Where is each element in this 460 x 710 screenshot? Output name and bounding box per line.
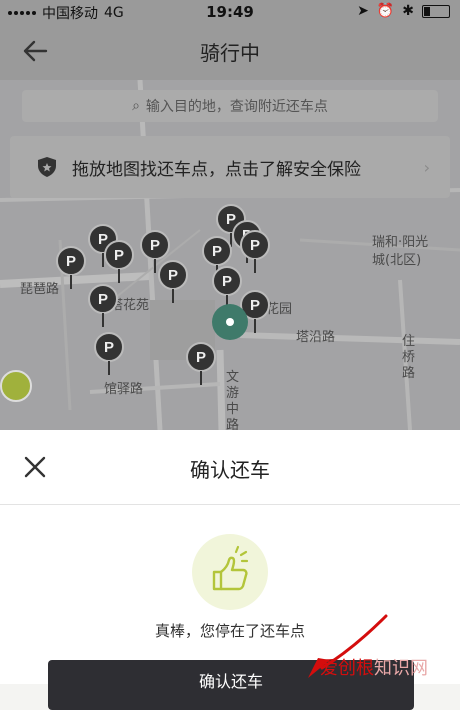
search-icon: ⌕ <box>132 98 140 114</box>
map-label: 住桥路 <box>402 334 416 381</box>
thumbs-up-badge <box>192 534 268 610</box>
parking-pin[interactable]: P <box>104 240 134 284</box>
sheet-header: 确认还车 <box>0 430 460 505</box>
watermark: 爱创根 知识网 <box>320 652 460 682</box>
bike-icon[interactable] <box>0 370 32 402</box>
parking-pin[interactable]: P <box>186 342 216 386</box>
status-bar: 中国移动 4G 19:49 ➤ ⏰ ✱ <box>0 0 460 24</box>
thumbs-up-icon <box>212 545 249 591</box>
parking-pin[interactable]: P <box>88 284 118 328</box>
map-label: 瑞和·阳光城(北区) <box>372 235 429 268</box>
watermark-part1: 爱创根 <box>320 658 374 679</box>
page-title: 骑行中 <box>200 41 260 65</box>
map-label: 馆驿路 <box>104 382 144 397</box>
current-location-marker <box>212 304 248 340</box>
map-label: 琵琶路 <box>20 282 60 297</box>
sheet-title: 确认还车 <box>190 458 270 482</box>
search-input[interactable]: ⌕ 输入目的地，查询附近还车点 <box>22 90 438 122</box>
nav-header: 骑行中 <box>0 24 460 80</box>
chevron-right-icon: › <box>423 158 430 177</box>
parking-pin[interactable]: P <box>158 260 188 304</box>
battery-icon <box>422 4 450 18</box>
parking-pin[interactable]: P <box>56 246 86 290</box>
map-label: 文游中路 <box>226 370 240 430</box>
banner-text: 拖放地图找还车点，点击了解安全保险 <box>72 159 361 180</box>
parking-pin[interactable]: P <box>240 230 270 274</box>
map-label: 塔沿路 <box>296 330 336 345</box>
shield-icon <box>38 157 56 177</box>
insurance-banner[interactable]: 拖放地图找还车点，点击了解安全保险 › <box>10 136 450 198</box>
alarm-icon: ⏰ <box>376 3 395 19</box>
parking-pin[interactable]: P <box>94 332 124 376</box>
bluetooth-icon: ✱ <box>402 3 414 19</box>
search-placeholder: 输入目的地，查询附近还车点 <box>145 99 328 115</box>
location-arrow-icon: ➤ <box>357 3 369 19</box>
map-view[interactable]: ⌕ 输入目的地，查询附近还车点 拖放地图找还车点，点击了解安全保险 › 琵琶路 … <box>0 80 460 430</box>
watermark-part2: 知识网 <box>374 658 428 679</box>
